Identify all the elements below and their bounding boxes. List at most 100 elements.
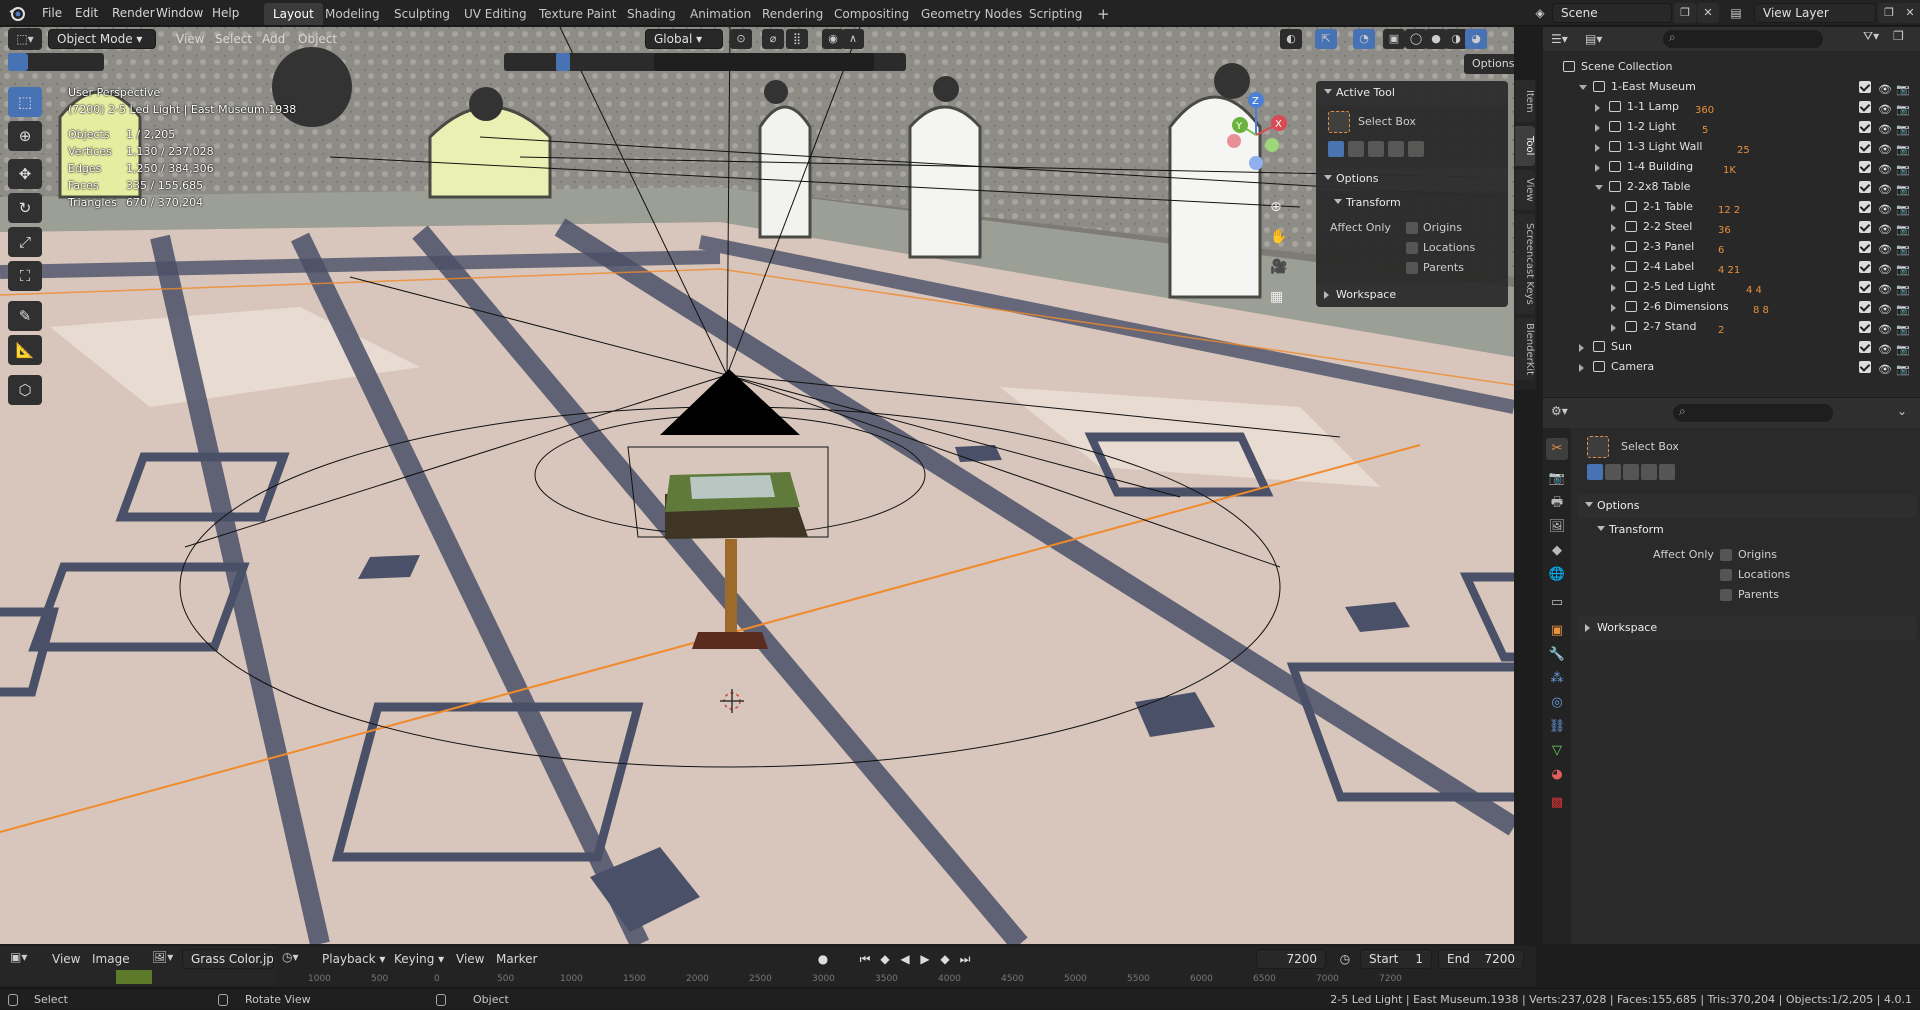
outliner-row[interactable]: 2-7 Stand 2 👁 📷	[1543, 317, 1920, 337]
exclude-checkbox[interactable]	[1859, 341, 1871, 353]
eye-icon[interactable]: 👁	[1878, 80, 1892, 96]
parents-checkbox[interactable]	[1406, 262, 1418, 274]
cursor-tool-icon[interactable]: ⊕	[8, 121, 42, 151]
expand-closed-icon[interactable]	[1579, 344, 1584, 352]
particles-tab-icon[interactable]: ⁂	[1546, 668, 1568, 690]
render-tab-icon[interactable]: 📷	[1546, 468, 1568, 490]
outliner-row[interactable]: Camera 👁 📷	[1543, 357, 1920, 377]
viewport-filter-bar[interactable]	[504, 53, 906, 71]
render-camera-icon[interactable]: 📷	[1896, 180, 1910, 196]
mode-selector[interactable]: Object Mode ▾	[48, 29, 156, 49]
tab-blenderkit[interactable]: BlenderKit	[1515, 318, 1535, 380]
expand-closed-icon[interactable]	[1579, 364, 1584, 372]
outliner-row[interactable]: 1-2 Light 5 👁 📷	[1543, 117, 1920, 137]
collection-tab-icon[interactable]: ▭	[1546, 592, 1568, 614]
viewport-menu-view[interactable]: View	[168, 29, 212, 49]
render-camera-icon[interactable]: 📷	[1896, 80, 1910, 96]
snap-target-icon[interactable]: ⣿	[786, 29, 808, 49]
eye-icon[interactable]: 👁	[1878, 280, 1892, 296]
outliner-row[interactable]: 2-2 Steel 36 👁 📷	[1543, 217, 1920, 237]
rendered-shading-icon[interactable]: ◕	[1465, 29, 1487, 49]
display-mode-icon[interactable]: ▤▾	[1585, 29, 1613, 49]
eye-icon[interactable]: 👁	[1878, 120, 1892, 136]
view-layer-selector[interactable]: View Layer	[1754, 3, 1876, 23]
add-cube-tool-icon[interactable]: ⬡	[8, 375, 42, 405]
eye-icon[interactable]: 👁	[1878, 160, 1892, 176]
expand-closed-icon[interactable]	[1611, 244, 1616, 252]
expand-closed-icon[interactable]	[1611, 284, 1616, 292]
eye-icon[interactable]: 👁	[1878, 100, 1892, 116]
tab-modeling[interactable]: Modeling	[316, 3, 389, 25]
mode-subtract-icon[interactable]	[1368, 141, 1384, 157]
viewport-menu-object[interactable]: Object	[290, 29, 345, 49]
tool-tab-icon[interactable]: ✂	[1546, 438, 1568, 460]
menu-help[interactable]: Help	[204, 0, 247, 26]
play-icon[interactable]: ▶	[916, 950, 934, 968]
workspace-header[interactable]: Workspace	[1316, 283, 1508, 307]
mode-new-icon[interactable]	[1587, 464, 1603, 480]
data-tab-icon[interactable]: ▽	[1546, 740, 1568, 762]
timeline-menu-marker[interactable]: Marker	[488, 949, 545, 969]
image-editor-type-icon[interactable]: ▣▾	[10, 950, 27, 964]
tab-texture-paint[interactable]: Texture Paint	[530, 3, 625, 25]
scene-selector[interactable]: Scene	[1552, 3, 1672, 23]
material-tab-icon[interactable]: ◕	[1546, 764, 1568, 786]
scale-tool-icon[interactable]: ⤢	[8, 227, 42, 257]
end-frame-field[interactable]: End 7200	[1438, 949, 1524, 969]
tab-screencast-keys[interactable]: Screencast Keys	[1515, 214, 1535, 314]
add-workspace-icon[interactable]: +	[1088, 3, 1119, 25]
expand-closed-icon[interactable]	[1611, 304, 1616, 312]
properties-menu-icon[interactable]: ⌄	[1897, 404, 1907, 418]
modifier-tab-icon[interactable]: 🔧	[1546, 644, 1568, 666]
tab-uv-editing[interactable]: UV Editing	[455, 3, 536, 25]
physics-tab-icon[interactable]: ◎	[1546, 692, 1568, 714]
clock-icon[interactable]: ◷	[1336, 950, 1354, 968]
pivot-icon[interactable]: ⊙	[730, 29, 752, 49]
navigation-gizmo[interactable]: Z Y X	[1222, 83, 1292, 193]
expand-closed-icon[interactable]	[1595, 104, 1600, 112]
delete-scene-icon[interactable]: ✕	[1697, 3, 1719, 23]
exclude-checkbox[interactable]	[1859, 241, 1871, 253]
tab-animation[interactable]: Animation	[681, 3, 760, 25]
proportional-edit-icon[interactable]: ◉	[822, 29, 844, 49]
expand-closed-icon[interactable]	[1611, 204, 1616, 212]
eye-icon[interactable]: 👁	[1878, 360, 1892, 376]
new-view-layer-icon[interactable]: ❐	[1878, 3, 1900, 23]
editor-type-icon[interactable]: ⬚▾	[8, 28, 42, 50]
image-menu-view[interactable]: View	[44, 949, 88, 969]
scene-icon[interactable]: ◈	[1530, 3, 1550, 23]
output-tab-icon[interactable]: 🖶	[1546, 492, 1568, 514]
expand-closed-icon[interactable]	[1611, 264, 1616, 272]
exclude-checkbox[interactable]	[1859, 121, 1871, 133]
outliner-row[interactable]: 2-2x8 Table 👁 📷	[1543, 177, 1920, 197]
tab-layout[interactable]: Layout	[264, 3, 323, 25]
options-button[interactable]: Options ▾	[1464, 54, 1514, 90]
tab-view[interactable]: View	[1515, 170, 1535, 210]
select-new-icon[interactable]	[8, 53, 28, 71]
material-shading-icon[interactable]: ◑	[1445, 29, 1467, 49]
scene-collection-row[interactable]: Scene Collection	[1543, 57, 1920, 77]
eye-icon[interactable]: 👁	[1878, 220, 1892, 236]
mode-intersect-icon[interactable]	[1408, 141, 1424, 157]
tab-item[interactable]: Item	[1515, 80, 1535, 122]
view-layer-tab-icon[interactable]: 🖼	[1546, 516, 1568, 538]
outliner-row[interactable]: Sun 👁 📷	[1543, 337, 1920, 357]
outliner-row[interactable]: 2-6 Dimensions 8 8 👁 📷	[1543, 297, 1920, 317]
render-camera-icon[interactable]: 📷	[1896, 140, 1910, 156]
exclude-checkbox[interactable]	[1859, 281, 1871, 293]
play-reverse-icon[interactable]: ◀	[896, 950, 914, 968]
expand-closed-icon[interactable]	[1611, 224, 1616, 232]
viewport-menu-select[interactable]: Select	[207, 29, 260, 49]
expand-closed-icon[interactable]	[1595, 144, 1600, 152]
start-frame-field[interactable]: Start 1	[1360, 949, 1432, 969]
exclude-checkbox[interactable]	[1859, 81, 1871, 93]
exclude-checkbox[interactable]	[1859, 261, 1871, 273]
expand-closed-icon[interactable]	[1595, 124, 1600, 132]
timeline-type-icon[interactable]: ◷▾	[282, 950, 299, 964]
expand-closed-icon[interactable]	[1611, 324, 1616, 332]
render-camera-icon[interactable]: 📷	[1896, 300, 1910, 316]
outliner-search-input[interactable]	[1663, 30, 1823, 48]
outliner-row[interactable]: 2-4 Label 4 21 👁 📷	[1543, 257, 1920, 277]
exclude-checkbox[interactable]	[1859, 161, 1871, 173]
exclude-checkbox[interactable]	[1859, 181, 1871, 193]
